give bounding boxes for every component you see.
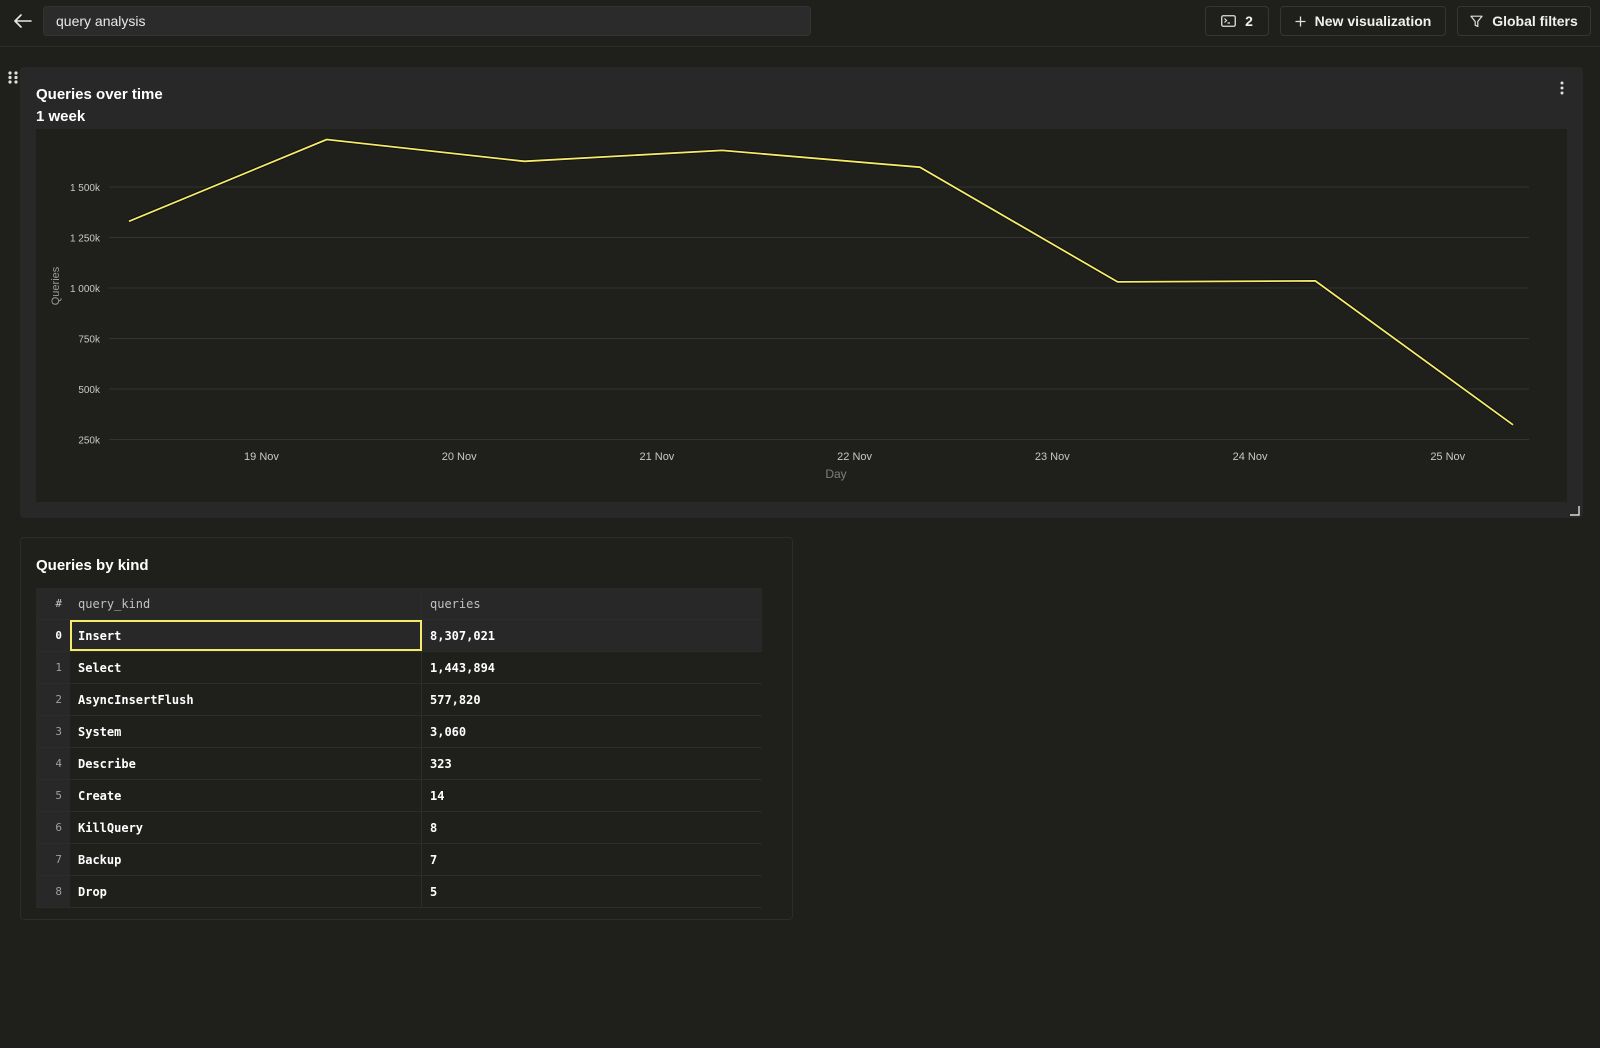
resize-corner-icon[interactable] <box>1570 503 1580 516</box>
y-tick-label: 750k <box>78 335 101 346</box>
cell-query-kind[interactable]: Drop <box>70 876 422 907</box>
row-index: 2 <box>36 684 70 715</box>
chart-title: Queries over time <box>36 86 163 103</box>
cell-query-kind[interactable]: Insert <box>70 620 422 651</box>
row-index: 5 <box>36 780 70 811</box>
row-index: 8 <box>36 876 70 907</box>
table-row[interactable]: 1 Select 1,443,894 <box>36 652 762 684</box>
table-row[interactable]: 8 Drop 5 <box>36 876 762 908</box>
cell-query-kind[interactable]: Backup <box>70 844 422 875</box>
data-point[interactable] <box>1507 419 1519 431</box>
data-point[interactable] <box>1309 275 1321 287</box>
dashboard-title-input[interactable] <box>43 6 811 36</box>
terminal-icon <box>1221 15 1236 27</box>
row-index: 3 <box>36 716 70 747</box>
chart-plot-area: 250k 500k 750k 1 000k 1 250k 1 500k 19 Nov 20 … <box>36 129 1567 502</box>
x-tick-label: 23 Nov <box>1035 451 1070 463</box>
table-row[interactable]: 0 Insert 8,307,021 <box>36 620 762 652</box>
x-tick-label: 25 Nov <box>1430 451 1465 463</box>
cell-queries[interactable]: 323 <box>422 748 762 779</box>
x-tick-label: 19 Nov <box>244 451 279 463</box>
cell-query-kind[interactable]: Select <box>70 652 422 683</box>
arrow-left-icon <box>14 14 32 28</box>
plus-icon <box>1295 16 1306 27</box>
x-tick-label: 22 Nov <box>837 451 872 463</box>
data-point[interactable] <box>914 161 926 173</box>
row-index: 6 <box>36 812 70 843</box>
table-row[interactable]: 7 Backup 7 <box>36 844 762 876</box>
drag-handle-icon[interactable] <box>7 70 19 84</box>
cell-queries[interactable]: 5 <box>422 876 762 907</box>
x-tick-label: 21 Nov <box>639 451 674 463</box>
cell-queries[interactable]: 577,820 <box>422 684 762 715</box>
data-point[interactable] <box>321 134 333 146</box>
filter-icon <box>1470 15 1483 28</box>
queries-count: 2 <box>1245 13 1253 29</box>
cell-query-kind[interactable]: System <box>70 716 422 747</box>
global-filters-label: Global filters <box>1492 13 1578 29</box>
chart-subtitle: 1 week <box>36 108 86 125</box>
y-axis-label: Queries <box>50 266 62 305</box>
cell-queries[interactable]: 8 <box>422 812 762 843</box>
data-point[interactable] <box>518 155 530 167</box>
table-row[interactable]: 4 Describe 323 <box>36 748 762 780</box>
column-header-query-kind[interactable]: query_kind <box>70 588 422 619</box>
table-row[interactable]: 6 KillQuery 8 <box>36 812 762 844</box>
column-header-queries[interactable]: queries <box>422 588 762 619</box>
results-table: # query_kind queries 0 Insert 8,307,021 1 Se… <box>36 588 762 908</box>
chart-panel: Queries over time 1 week 250k 500k 750k 1 0… <box>20 67 1583 518</box>
y-tick-label: 1 250k <box>70 234 101 245</box>
y-tick-label: 1 000k <box>70 284 101 295</box>
table-title: Queries by kind <box>36 557 149 574</box>
row-index: 7 <box>36 844 70 875</box>
cell-queries[interactable]: 3,060 <box>422 716 762 747</box>
y-tick-label: 500k <box>78 385 101 396</box>
row-index: 1 <box>36 652 70 683</box>
table-row[interactable]: 5 Create 14 <box>36 780 762 812</box>
x-axis-label: Day <box>825 467 846 481</box>
line-chart: 250k 500k 750k 1 000k 1 250k 1 500k 19 Nov 20 … <box>50 134 1529 481</box>
cell-queries[interactable]: 14 <box>422 780 762 811</box>
cell-queries[interactable]: 1,443,894 <box>422 652 762 683</box>
column-header-index[interactable]: # <box>36 588 70 619</box>
x-tick-label: 20 Nov <box>442 451 477 463</box>
y-tick-label: 250k <box>78 436 101 447</box>
table-panel: Queries by kind # query_kind queries 0 In… <box>20 537 793 920</box>
series-line-shadow <box>128 137 1515 427</box>
cell-queries[interactable]: 8,307,021 <box>422 620 762 651</box>
table-row[interactable]: 3 System 3,060 <box>36 716 762 748</box>
y-tick-label: 1 500k <box>70 183 101 194</box>
table-header-row: # query_kind queries <box>36 588 762 620</box>
cell-queries[interactable]: 7 <box>422 844 762 875</box>
more-vertical-icon[interactable] <box>1557 80 1567 96</box>
cell-query-kind[interactable]: Create <box>70 780 422 811</box>
x-tick-label: 24 Nov <box>1233 451 1268 463</box>
cell-query-kind[interactable]: AsyncInsertFlush <box>70 684 422 715</box>
cell-query-kind[interactable]: KillQuery <box>70 812 422 843</box>
data-point[interactable] <box>123 215 135 227</box>
row-index: 0 <box>36 620 70 651</box>
new-visualization-button[interactable]: New visualization <box>1280 6 1446 36</box>
table-row[interactable]: 2 AsyncInsertFlush 577,820 <box>36 684 762 716</box>
top-bar: 2 New visualization Global filters <box>0 0 1600 47</box>
row-index: 4 <box>36 748 70 779</box>
global-filters-button[interactable]: Global filters <box>1457 6 1591 36</box>
new-visualization-label: New visualization <box>1314 13 1432 29</box>
data-point[interactable] <box>1112 276 1124 288</box>
data-point[interactable] <box>716 144 728 156</box>
back-button[interactable] <box>12 10 34 32</box>
queries-button[interactable]: 2 <box>1205 6 1269 36</box>
cell-query-kind[interactable]: Describe <box>70 748 422 779</box>
